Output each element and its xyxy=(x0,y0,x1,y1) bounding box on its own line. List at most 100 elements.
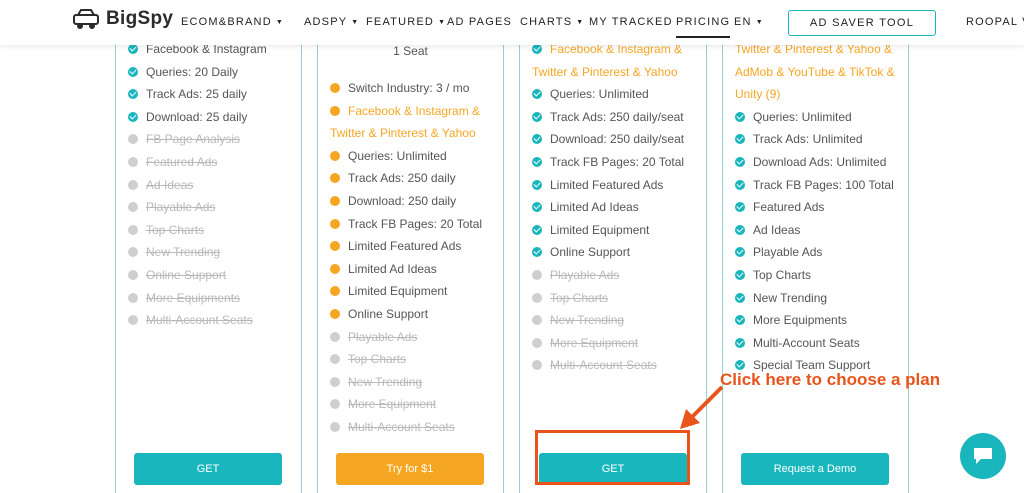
plan-column-1: Facebook & Instagram Queries: 20 Daily Tra… xyxy=(115,0,302,493)
feature-label: Queries: Unlimited xyxy=(753,110,852,124)
feature-queries-unlimited: Queries: Unlimited xyxy=(330,149,447,164)
feature-label: Multi-Account Seats xyxy=(550,358,657,372)
feature-label: Facebook & Instagram & xyxy=(348,104,481,118)
disabled-dot-icon xyxy=(532,338,542,348)
feature-download-ads-unlimited: Download Ads: Unlimited xyxy=(735,155,886,170)
nav-ecom-brand[interactable]: ECOM&BRAND ▼ xyxy=(181,16,284,28)
annotation-callout: Click here to choose a plan xyxy=(720,370,941,389)
feature-new-trending: New Trending xyxy=(532,313,624,328)
chat-icon xyxy=(974,448,992,464)
feature-limited-ad-ideas: Limited Ad Ideas xyxy=(532,200,639,215)
check-icon xyxy=(735,112,745,122)
feature-more-equipments: More Equipments xyxy=(735,313,847,328)
feature-new-trending: New Trending xyxy=(735,291,827,306)
chevron-down-icon: ▼ xyxy=(755,19,764,26)
feature-queries-20-daily: Queries: 20 Daily xyxy=(128,65,238,80)
check-icon xyxy=(532,225,542,235)
check-icon xyxy=(330,106,340,116)
check-icon xyxy=(128,89,138,99)
feature-label: More Equipments xyxy=(753,313,848,327)
feature-label: Unity (9) xyxy=(735,87,781,101)
feature-ad-ideas: Ad Ideas xyxy=(128,178,193,193)
check-icon xyxy=(330,286,340,296)
check-icon xyxy=(330,151,340,161)
feature-online-support: Online Support xyxy=(532,245,630,260)
feature-limited-ad-ideas: Limited Ad Ideas xyxy=(330,262,437,277)
chevron-down-icon: ▼ xyxy=(576,19,585,26)
plan-2-try-for-1-button[interactable]: Try for $1 xyxy=(336,453,484,485)
feature-label: Twitter & Pinterest & Yahoo xyxy=(330,126,476,140)
nav-ad-pages[interactable]: AD PAGES xyxy=(447,16,512,28)
check-icon xyxy=(330,83,340,93)
check-icon xyxy=(532,157,542,167)
feature-online-support: Online Support xyxy=(330,307,428,322)
check-icon xyxy=(330,241,340,251)
nav-featured[interactable]: FEATURED ▼ xyxy=(366,16,446,28)
feature-playable-ads: Playable Ads xyxy=(532,268,619,283)
feature-label: Multi-Account Seats xyxy=(753,336,860,350)
feature-label: New Trending xyxy=(146,245,221,259)
feature-label: Track Ads: 250 daily/seat xyxy=(550,110,684,124)
feature-online-support: Online Support xyxy=(128,268,226,283)
seat-count: 1 Seat xyxy=(393,44,428,58)
nav-my-tracked[interactable]: MY TRACKED xyxy=(589,16,673,28)
disabled-dot-icon xyxy=(330,377,340,387)
feature-playable-ads: Playable Ads xyxy=(330,330,417,345)
check-icon xyxy=(128,44,138,54)
nav-language[interactable]: EN ▼ xyxy=(734,16,764,28)
feature-label: Track Ads: 250 daily xyxy=(348,171,456,185)
nav-charts[interactable]: CHARTS ▼ xyxy=(520,16,584,28)
feature-top-charts: Top Charts xyxy=(128,223,204,238)
top-navbar: BigSpy ECOM&BRAND ▼ ADSPY ▼ FEATURED ▼ AD P… xyxy=(0,0,1024,45)
check-icon xyxy=(735,225,745,235)
feature-multi-account-seats: Multi-Account Seats xyxy=(128,313,253,328)
feature-label: Queries: Unlimited xyxy=(550,87,649,101)
check-icon xyxy=(532,180,542,190)
plan-1-get-button[interactable]: GET xyxy=(134,453,282,485)
feature-limited-equipment: Limited Equipment xyxy=(532,223,649,238)
feature-more-equipment: More Equipment xyxy=(330,397,436,412)
feature-top-charts: Top Charts xyxy=(330,352,406,367)
disabled-dot-icon xyxy=(128,225,138,235)
logo[interactable]: BigSpy xyxy=(72,8,173,30)
feature-label: Queries: 20 Daily xyxy=(146,65,239,79)
feature-label: Multi-Account Seats xyxy=(146,313,253,327)
feature-queries-unlimited: Queries: Unlimited xyxy=(735,110,852,125)
disabled-dot-icon xyxy=(128,315,138,325)
feature-more-equipments: More Equipments xyxy=(128,291,240,306)
disabled-dot-icon xyxy=(532,360,542,370)
check-icon xyxy=(735,315,745,325)
feature-label: Track Ads: Unlimited xyxy=(753,132,863,146)
feature-track-ads-250-daily: Track Ads: 250 daily xyxy=(330,171,456,186)
user-menu[interactable]: ROOPAL VI xyxy=(966,16,1024,28)
check-icon xyxy=(330,309,340,319)
disabled-dot-icon xyxy=(128,270,138,280)
feature-label: Track FB Pages: 20 Total xyxy=(348,217,483,231)
plan-4-request-a-demo-button[interactable]: Request a Demo xyxy=(741,453,889,485)
feature-label: Queries: Unlimited xyxy=(348,149,447,163)
nav-pricing[interactable]: PRICING xyxy=(676,16,731,38)
feature-ad-ideas: Ad Ideas xyxy=(735,223,800,238)
feature-label: Ad Ideas xyxy=(146,178,194,192)
feature-featured-ads: Featured Ads xyxy=(128,155,217,170)
nav-adspy[interactable]: ADSPY ▼ xyxy=(304,16,359,28)
feature-download-250-daily-seat: Download: 250 daily/seat xyxy=(532,132,684,147)
check-icon xyxy=(735,293,745,303)
ad-saver-tool-button[interactable]: AD SAVER TOOL xyxy=(788,10,936,36)
feature-limited-featured-ads: Limited Featured Ads xyxy=(532,178,663,193)
check-icon xyxy=(532,44,542,54)
disabled-dot-icon xyxy=(532,270,542,280)
feature-label: Limited Featured Ads xyxy=(348,239,462,253)
disabled-dot-icon xyxy=(128,157,138,167)
check-icon xyxy=(532,247,542,257)
feature-label: Download Ads: Unlimited xyxy=(753,155,887,169)
feature-label: Track FB Pages: 100 Total xyxy=(753,178,894,192)
chevron-down-icon: ▼ xyxy=(275,19,284,26)
chat-button[interactable] xyxy=(960,433,1006,479)
feature-label: New Trending xyxy=(753,291,828,305)
disabled-dot-icon xyxy=(128,293,138,303)
disabled-dot-icon xyxy=(128,180,138,190)
feature-label: Online Support xyxy=(146,268,227,282)
check-icon xyxy=(532,89,542,99)
feature-track-fb-pages-20-total: Track FB Pages: 20 Total xyxy=(532,155,684,170)
